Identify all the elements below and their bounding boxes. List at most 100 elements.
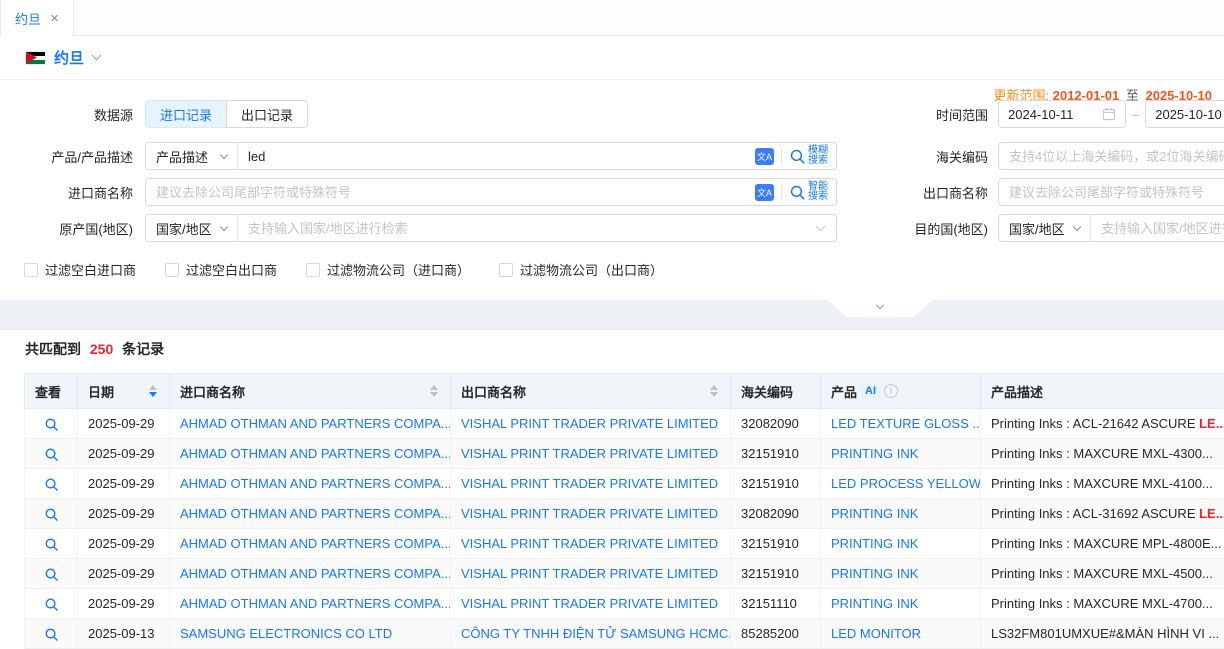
destination-country-input[interactable] bbox=[1091, 215, 1224, 241]
collapse-panel-button[interactable] bbox=[828, 300, 932, 317]
exporter-link[interactable]: VISHAL PRINT TRADER PRIVATE LIMITED bbox=[461, 476, 718, 491]
origin-country-select[interactable]: 国家/地区 bbox=[146, 215, 238, 241]
view-record-button[interactable] bbox=[44, 477, 59, 492]
view-cell[interactable] bbox=[24, 409, 78, 439]
view-cell[interactable] bbox=[24, 529, 78, 559]
destination-country-select[interactable]: 国家/地区 bbox=[999, 215, 1091, 241]
product-link[interactable]: PRINTING INK bbox=[831, 596, 918, 611]
checkbox-icon[interactable] bbox=[306, 263, 320, 277]
origin-country-input[interactable] bbox=[238, 215, 811, 241]
importer-link[interactable]: AHMAD OTHMAN AND PARTNERS COMPA... bbox=[180, 476, 451, 491]
description-text: Printing Inks : MAXCURE MXL-4300... bbox=[991, 446, 1213, 461]
product-link[interactable]: LED PROCESS YELLOW... bbox=[831, 476, 981, 491]
product-search-input[interactable] bbox=[238, 143, 755, 169]
product-cell: PRINTING INK bbox=[821, 439, 981, 469]
checkbox-icon[interactable] bbox=[24, 263, 38, 277]
sort-up-icon[interactable] bbox=[430, 385, 438, 390]
product-link[interactable]: PRINTING INK bbox=[831, 566, 918, 581]
column-header-1[interactable]: 日期 bbox=[78, 373, 170, 409]
record-date: 2025-09-13 bbox=[88, 626, 155, 641]
importer-cell: AHMAD OTHMAN AND PARTNERS COMPA... bbox=[170, 559, 451, 589]
view-cell[interactable] bbox=[24, 559, 78, 589]
description-text: Printing Inks : MAXCURE MXL-4700... bbox=[991, 596, 1213, 611]
product-link[interactable]: PRINTING INK bbox=[831, 506, 918, 521]
chevron-down-icon bbox=[220, 150, 228, 158]
translate-icon[interactable]: 文A bbox=[755, 148, 774, 165]
view-cell[interactable] bbox=[24, 469, 78, 499]
checkbox-icon[interactable] bbox=[499, 263, 513, 277]
tab-jordan[interactable]: 约旦 ✕ bbox=[0, 0, 74, 36]
collapse-strip bbox=[0, 300, 1224, 330]
column-header-2[interactable]: 进口商名称 bbox=[170, 373, 451, 409]
product-link[interactable]: PRINTING INK bbox=[831, 446, 918, 461]
date-start-input[interactable]: 2024-10-11 bbox=[998, 100, 1126, 128]
fuzzy-search-button[interactable]: 模糊 搜索 bbox=[789, 146, 828, 166]
datasource-import-button[interactable]: 进口记录 bbox=[145, 100, 226, 128]
sort-down-icon[interactable] bbox=[710, 392, 718, 397]
importer-link[interactable]: AHMAD OTHMAN AND PARTNERS COMPA... bbox=[180, 536, 451, 551]
filter-checkbox-2[interactable]: 过滤物流公司（进口商） bbox=[306, 260, 470, 279]
filter-checkbox-0[interactable]: 过滤空白进口商 bbox=[24, 260, 136, 279]
view-record-button[interactable] bbox=[44, 537, 59, 552]
sort-control[interactable] bbox=[430, 385, 440, 397]
view-record-button[interactable] bbox=[44, 597, 59, 612]
product-link[interactable]: LED MONITOR bbox=[831, 626, 921, 641]
tab-close-icon[interactable]: ✕ bbox=[50, 12, 59, 25]
smart-search-button[interactable]: 智能 搜索 bbox=[789, 182, 828, 202]
hs-code: 32151910 bbox=[741, 536, 799, 551]
importer-link[interactable]: AHMAD OTHMAN AND PARTNERS COMPA... bbox=[180, 506, 451, 521]
column-header-3[interactable]: 出口商名称 bbox=[451, 373, 731, 409]
importer-link[interactable]: SAMSUNG ELECTRONICS CO LTD bbox=[180, 626, 392, 641]
product-cell: PRINTING INK bbox=[821, 589, 981, 619]
chevron-down-icon[interactable] bbox=[92, 51, 102, 61]
view-record-button[interactable] bbox=[44, 447, 59, 462]
product-link[interactable]: LED TEXTURE GLOSS ... bbox=[831, 416, 981, 431]
exporter-input[interactable] bbox=[998, 178, 1224, 206]
sort-down-icon[interactable] bbox=[149, 392, 157, 397]
date-cell: 2025-09-13 bbox=[78, 619, 170, 649]
exporter-link[interactable]: CÔNG TY TNHH ĐIỆN TỬ SAMSUNG HCMC... bbox=[461, 626, 731, 641]
view-cell[interactable] bbox=[24, 619, 78, 649]
exporter-link[interactable]: VISHAL PRINT TRADER PRIVATE LIMITED bbox=[461, 416, 718, 431]
info-icon[interactable]: i bbox=[884, 384, 898, 398]
calendar-icon bbox=[1102, 107, 1116, 121]
exporter-link[interactable]: VISHAL PRINT TRADER PRIVATE LIMITED bbox=[461, 446, 718, 461]
exporter-link[interactable]: VISHAL PRINT TRADER PRIVATE LIMITED bbox=[461, 506, 718, 521]
sort-up-icon[interactable] bbox=[149, 385, 157, 390]
country-name[interactable]: 约旦 bbox=[54, 47, 84, 68]
exporter-link[interactable]: VISHAL PRINT TRADER PRIVATE LIMITED bbox=[461, 536, 718, 551]
view-record-button[interactable] bbox=[44, 567, 59, 582]
view-cell[interactable] bbox=[24, 439, 78, 469]
filter-checkbox-3[interactable]: 过滤物流公司（出口商） bbox=[499, 260, 663, 279]
product-link[interactable]: PRINTING INK bbox=[831, 536, 918, 551]
hs-code-input[interactable] bbox=[998, 142, 1224, 170]
chevron-down-icon bbox=[1073, 222, 1081, 230]
hs-code: 32151910 bbox=[741, 476, 799, 491]
column-label: 出口商名称 bbox=[461, 382, 526, 401]
filter-checkbox-1[interactable]: 过滤空白出口商 bbox=[165, 260, 277, 279]
hs-code-cell: 32151910 bbox=[731, 439, 821, 469]
view-cell[interactable] bbox=[24, 589, 78, 619]
importer-link[interactable]: AHMAD OTHMAN AND PARTNERS COMPA... bbox=[180, 596, 451, 611]
checkbox-icon[interactable] bbox=[165, 263, 179, 277]
date-end-input[interactable]: 2025-10-10 bbox=[1145, 100, 1224, 128]
translate-icon[interactable]: 文A bbox=[755, 184, 774, 201]
importer-link[interactable]: AHMAD OTHMAN AND PARTNERS COMPA... bbox=[180, 446, 451, 461]
importer-input[interactable] bbox=[146, 179, 755, 205]
datasource-export-button[interactable]: 出口记录 bbox=[226, 100, 308, 128]
view-cell[interactable] bbox=[24, 499, 78, 529]
view-record-button[interactable] bbox=[44, 627, 59, 642]
sort-control[interactable] bbox=[710, 385, 720, 397]
sort-down-icon[interactable] bbox=[430, 392, 438, 397]
view-record-button[interactable] bbox=[44, 417, 59, 432]
product-type-select[interactable]: 产品描述 bbox=[146, 143, 238, 169]
view-record-button[interactable] bbox=[44, 507, 59, 522]
importer-link[interactable]: AHMAD OTHMAN AND PARTNERS COMPA... bbox=[180, 566, 451, 581]
sort-control[interactable] bbox=[149, 385, 159, 397]
exporter-link[interactable]: VISHAL PRINT TRADER PRIVATE LIMITED bbox=[461, 596, 718, 611]
sort-up-icon[interactable] bbox=[710, 385, 718, 390]
importer-link[interactable]: AHMAD OTHMAN AND PARTNERS COMPA... bbox=[180, 416, 451, 431]
exporter-link[interactable]: VISHAL PRINT TRADER PRIVATE LIMITED bbox=[461, 566, 718, 581]
origin-country-field: 国家/地区 bbox=[145, 214, 837, 242]
exporter-cell: CÔNG TY TNHH ĐIỆN TỬ SAMSUNG HCMC... bbox=[451, 619, 731, 649]
